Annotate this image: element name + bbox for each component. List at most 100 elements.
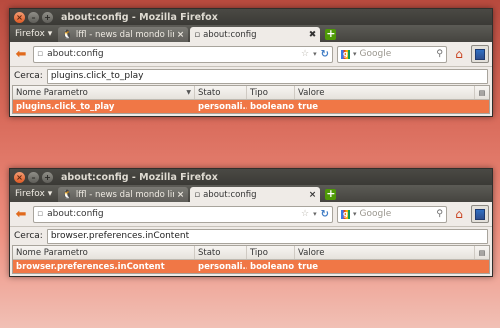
- column-type[interactable]: Tipo: [247, 86, 295, 99]
- column-label: Nome Parametro: [16, 247, 88, 258]
- column-label: Valore: [298, 247, 325, 258]
- tab-lffl[interactable]: 🐧 lffl - news dal mondo linux -... ×: [58, 187, 189, 202]
- tux-favicon-icon: 🐧: [62, 29, 73, 40]
- tab-bar: Firefox ▾ 🐧 lffl - news dal mondo linux …: [10, 25, 492, 42]
- reload-icon[interactable]: ↻: [321, 209, 329, 220]
- column-value[interactable]: Valore: [295, 86, 475, 99]
- page-icon: ▫: [37, 209, 44, 219]
- addon-icon[interactable]: [471, 205, 489, 223]
- history-dropdown-icon[interactable]: ▾: [313, 50, 317, 58]
- google-engine-icon[interactable]: g: [341, 209, 350, 219]
- maximize-window-button[interactable]: +: [42, 171, 53, 183]
- window-title: about:config - Mozilla Firefox: [61, 11, 218, 23]
- cell-type: booleano: [250, 261, 295, 272]
- bookmark-star-icon[interactable]: ☆: [301, 209, 309, 219]
- tab-label: lffl - news dal mondo linux -...: [75, 189, 174, 200]
- cell-state: personali...: [198, 261, 247, 272]
- column-name[interactable]: Nome Parametro ▼: [13, 86, 195, 99]
- firefox-window-2: × – + about:config - Mozilla Firefox Fir…: [9, 168, 493, 277]
- addon-icon[interactable]: [471, 45, 489, 63]
- page-favicon-icon: ▫: [194, 29, 201, 40]
- close-tab-icon[interactable]: ×: [177, 30, 185, 40]
- history-dropdown-icon[interactable]: ▾: [313, 210, 317, 218]
- cell-name: plugins.click_to_play: [16, 101, 115, 112]
- tab-label: about:config: [203, 29, 257, 40]
- reload-icon[interactable]: ↻: [321, 49, 329, 60]
- tab-about-config[interactable]: ▫ about:config ✖: [190, 27, 321, 42]
- close-tab-icon[interactable]: ×: [177, 190, 185, 200]
- filter-label: Cerca:: [14, 231, 43, 241]
- table-row[interactable]: plugins.click_to_play personali... boole…: [13, 100, 489, 113]
- column-label: Nome Parametro: [16, 87, 88, 98]
- sort-down-icon: ▼: [186, 89, 191, 96]
- new-tab-button[interactable]: +: [325, 188, 337, 200]
- url-text: about:config: [47, 209, 104, 219]
- cell-value: true: [298, 261, 319, 272]
- back-arrow-icon[interactable]: ⬅: [13, 207, 29, 222]
- chevron-down-icon: ▾: [47, 189, 53, 199]
- minimize-window-button[interactable]: –: [28, 171, 39, 183]
- close-window-button[interactable]: ×: [14, 171, 25, 183]
- home-icon[interactable]: ⌂: [451, 46, 467, 62]
- new-tab-button[interactable]: +: [325, 28, 337, 40]
- minimize-window-button[interactable]: –: [28, 11, 39, 23]
- column-picker-icon[interactable]: ▤: [475, 86, 489, 99]
- filter-value: browser.preferences.inContent: [50, 231, 190, 241]
- column-picker-icon[interactable]: ▤: [475, 246, 489, 259]
- column-value[interactable]: Valore: [295, 246, 475, 259]
- filter-input[interactable]: browser.preferences.inContent: [46, 228, 488, 244]
- tab-label: about:config: [203, 189, 257, 200]
- search-placeholder: Google: [359, 49, 392, 59]
- config-filter-row: Cerca: plugins.click_to_play: [10, 67, 492, 85]
- table-row[interactable]: browser.preferences.inContent personali.…: [13, 260, 489, 273]
- title-bar: × – + about:config - Mozilla Firefox: [10, 169, 492, 185]
- close-window-button[interactable]: ×: [14, 11, 25, 23]
- chevron-down-icon: ▾: [353, 210, 357, 218]
- close-tab-icon[interactable]: ×: [309, 190, 317, 200]
- search-icon[interactable]: ⚲: [436, 49, 443, 59]
- table-header: Nome Parametro ▼ Stato Tipo Valore ▤: [13, 86, 489, 100]
- column-type[interactable]: Tipo: [247, 246, 295, 259]
- google-engine-icon[interactable]: g: [341, 49, 350, 59]
- page-icon: ▫: [37, 49, 44, 59]
- url-bar[interactable]: ▫ about:config ☆ ▾ ↻: [33, 205, 333, 223]
- column-label: Valore: [298, 87, 325, 98]
- back-arrow-icon[interactable]: ⬅: [13, 47, 29, 62]
- title-bar: × – + about:config - Mozilla Firefox: [10, 9, 492, 25]
- maximize-window-button[interactable]: +: [42, 11, 53, 23]
- firefox-menu-button[interactable]: Firefox ▾: [13, 29, 58, 42]
- column-name[interactable]: Nome Parametro: [13, 246, 195, 259]
- window-controls: × – +: [14, 11, 53, 23]
- column-state[interactable]: Stato: [195, 86, 247, 99]
- bookmark-star-icon[interactable]: ☆: [301, 49, 309, 59]
- close-tab-icon[interactable]: ✖: [309, 30, 317, 40]
- column-label: Tipo: [250, 87, 268, 98]
- firefox-menu-button[interactable]: Firefox ▾: [13, 189, 58, 202]
- search-icon[interactable]: ⚲: [436, 209, 443, 219]
- cell-state: personali...: [198, 101, 247, 112]
- column-label: Stato: [198, 87, 221, 98]
- window-title: about:config - Mozilla Firefox: [61, 171, 218, 183]
- tab-bar: Firefox ▾ 🐧 lffl - news dal mondo linux …: [10, 185, 492, 202]
- tab-about-config[interactable]: ▫ about:config ×: [190, 187, 321, 202]
- config-table: Nome Parametro ▼ Stato Tipo Valore ▤ plug…: [12, 85, 490, 114]
- firefox-menu-label: Firefox: [15, 189, 45, 199]
- search-box[interactable]: g ▾ Google ⚲: [337, 205, 447, 223]
- addon-glyph: [475, 48, 485, 60]
- chevron-down-icon: ▾: [353, 50, 357, 58]
- column-label: Tipo: [250, 247, 268, 258]
- home-icon[interactable]: ⌂: [451, 206, 467, 222]
- navigation-bar: ⬅ ▫ about:config ☆ ▾ ↻ g ▾ Google ⚲ ⌂: [10, 42, 492, 67]
- firefox-menu-label: Firefox: [15, 29, 45, 39]
- tab-lffl[interactable]: 🐧 lffl - news dal mondo linux -... ×: [58, 27, 189, 42]
- filter-value: plugins.click_to_play: [50, 71, 144, 81]
- search-placeholder: Google: [359, 209, 392, 219]
- search-box[interactable]: g ▾ Google ⚲: [337, 45, 447, 63]
- cell-type: booleano: [250, 101, 295, 112]
- column-label: Stato: [198, 247, 221, 258]
- window-controls: × – +: [14, 171, 53, 183]
- url-bar[interactable]: ▫ about:config ☆ ▾ ↻: [33, 45, 333, 63]
- filter-input[interactable]: plugins.click_to_play: [46, 68, 488, 84]
- column-state[interactable]: Stato: [195, 246, 247, 259]
- tux-favicon-icon: 🐧: [62, 189, 73, 200]
